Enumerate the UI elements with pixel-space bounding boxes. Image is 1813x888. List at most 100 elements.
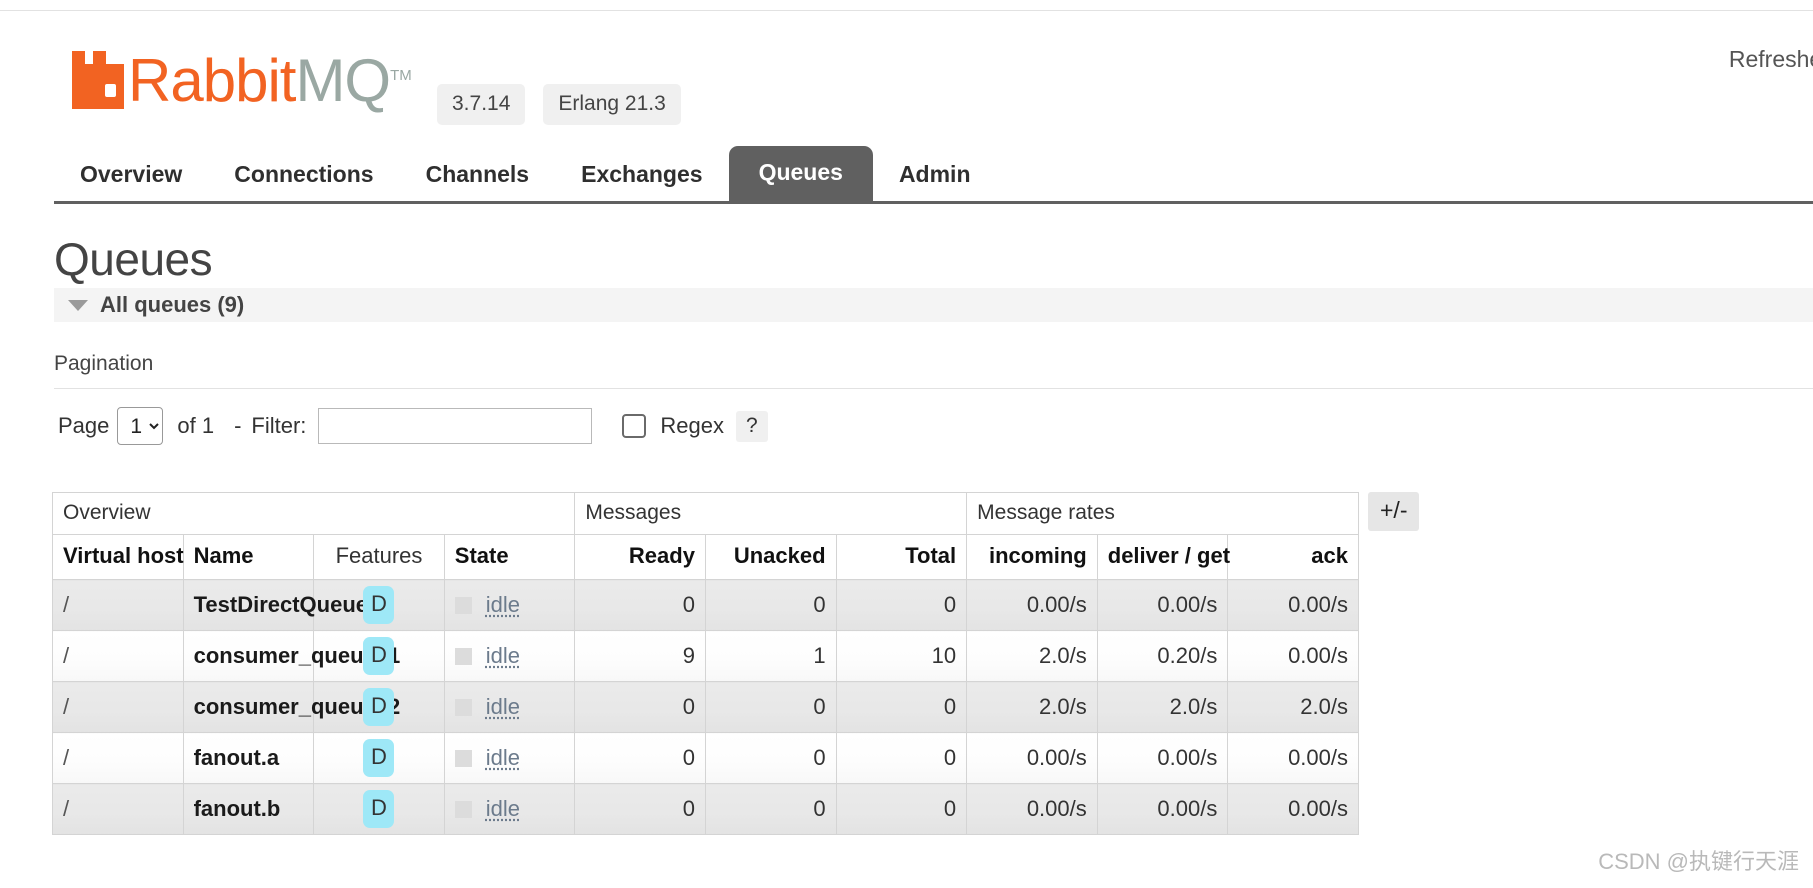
tab-connections[interactable]: Connections	[208, 150, 399, 201]
cell-ack: 2.0/s	[1227, 681, 1359, 733]
cell-total: 0	[835, 681, 968, 733]
state-indicator-icon	[454, 800, 472, 818]
column-header-features[interactable]: Features	[313, 534, 445, 580]
state-label[interactable]: idle	[486, 796, 520, 822]
cell-unacked: 1	[704, 630, 837, 682]
tab-admin[interactable]: Admin	[873, 150, 997, 201]
pagination-section: Pagination	[54, 352, 1813, 384]
cell-state: idle	[443, 681, 576, 733]
tab-exchanges[interactable]: Exchanges	[555, 150, 728, 201]
table-row[interactable]: / consumer_queue_2 D idle 0 0 0 2.0/s 2.…	[52, 681, 1359, 733]
regex-checkbox[interactable]	[622, 414, 647, 438]
durable-badge[interactable]: D	[363, 586, 395, 624]
cell-queue-name[interactable]: fanout.b	[182, 783, 315, 835]
cell-incoming: 0.00/s	[966, 579, 1098, 631]
state-indicator-icon	[454, 749, 472, 767]
cell-virtual-host: /	[52, 732, 184, 784]
cell-ack: 0.00/s	[1227, 783, 1359, 835]
cell-ready: 0	[574, 681, 706, 733]
rabbitmq-logo[interactable]: RabbitMQTM	[72, 48, 412, 111]
cell-unacked: 0	[704, 732, 837, 784]
durable-badge[interactable]: D	[363, 688, 395, 726]
cell-state: idle	[443, 579, 576, 631]
cell-ack: 0.00/s	[1227, 579, 1359, 631]
cell-ready: 0	[574, 783, 706, 835]
group-header-messages: Messages	[574, 492, 968, 535]
cell-total: 10	[835, 630, 968, 682]
cell-queue-name[interactable]: consumer_queue_1	[182, 630, 400, 682]
cell-unacked: 0	[704, 579, 837, 631]
column-header-incoming[interactable]: incoming	[966, 534, 1098, 580]
table-group-header-row: Overview Messages Message rates	[51, 492, 1359, 535]
cell-ack: 0.00/s	[1227, 630, 1359, 682]
group-header-message-rates: Message rates	[966, 492, 1359, 535]
logo-word-rabbit: Rabbit	[128, 47, 296, 114]
durable-badge[interactable]: D	[363, 739, 395, 777]
toggle-columns-button[interactable]: +/-	[1368, 492, 1420, 531]
cell-ready: 0	[574, 579, 706, 631]
cell-queue-name[interactable]: TestDirectQueue	[182, 579, 368, 631]
column-header-ack[interactable]: ack	[1227, 534, 1359, 580]
logo-word-mq: MQ	[295, 47, 391, 114]
table-row[interactable]: / TestDirectQueue D idle 0 0 0 0.00/s 0.…	[52, 579, 1359, 631]
tab-queues[interactable]: Queues	[728, 146, 873, 201]
column-header-state[interactable]: State	[443, 534, 576, 580]
state-label[interactable]: idle	[486, 592, 520, 618]
filter-input[interactable]	[318, 408, 593, 444]
durable-badge[interactable]: D	[363, 637, 395, 675]
state-label[interactable]: idle	[486, 745, 520, 771]
page-count-label: of 1	[177, 413, 215, 438]
regex-help-button[interactable]: ?	[736, 410, 768, 442]
pagination-divider	[54, 388, 1813, 389]
cell-deliver-get: 0.00/s	[1096, 732, 1229, 784]
column-header-ready[interactable]: Ready	[574, 534, 706, 580]
app-header: RabbitMQTM 3.7.14 Erlang 21.3 Refreshed	[0, 28, 1813, 148]
pagination-controls: Page 1 of 1 - Filter: Regex ?	[58, 406, 768, 446]
cell-state: idle	[443, 732, 576, 784]
cell-queue-name[interactable]: consumer_queue_2	[182, 681, 400, 733]
table-column-header-row: Virtual host Name Features State Ready U…	[52, 534, 1359, 580]
cell-virtual-host: /	[52, 681, 184, 733]
page-label: Page	[58, 413, 110, 438]
column-header-deliver-get[interactable]: deliver / get	[1096, 534, 1230, 580]
trademark-mark: TM	[390, 67, 412, 84]
cell-total: 0	[835, 783, 968, 835]
column-header-virtual-host[interactable]: Virtual host	[52, 534, 184, 580]
cell-deliver-get: 0.20/s	[1096, 630, 1229, 682]
table-row[interactable]: / fanout.b D idle 0 0 0 0.00/s 0.00/s 0.…	[52, 783, 1359, 835]
state-indicator-icon	[454, 647, 472, 665]
state-label[interactable]: idle	[486, 643, 520, 669]
table-row[interactable]: / consumer_queue_1 D idle 9 1 10 2.0/s 0…	[52, 630, 1359, 682]
cell-ready: 9	[574, 630, 706, 682]
cell-deliver-get: 0.00/s	[1096, 783, 1229, 835]
pagination-dash: -	[234, 413, 242, 438]
page-select[interactable]: 1	[117, 407, 164, 445]
all-queues-section-toggle[interactable]: All queues (9)	[54, 288, 1813, 322]
queues-table-body: / TestDirectQueue D idle 0 0 0 0.00/s 0.…	[52, 579, 1359, 835]
durable-badge[interactable]: D	[363, 790, 395, 828]
top-divider	[0, 10, 1813, 11]
table-row[interactable]: / fanout.a D idle 0 0 0 0.00/s 0.00/s 0.…	[52, 732, 1359, 784]
column-header-unacked[interactable]: Unacked	[704, 534, 837, 580]
refresh-status-label: Refreshed	[1728, 46, 1813, 72]
tab-channels[interactable]: Channels	[400, 150, 556, 201]
tab-overview[interactable]: Overview	[54, 150, 208, 201]
cell-unacked: 0	[704, 681, 837, 733]
cell-queue-name[interactable]: fanout.a	[182, 732, 315, 784]
all-queues-label: All queues (9)	[100, 292, 245, 317]
column-header-total[interactable]: Total	[835, 534, 968, 580]
erlang-version-badge: Erlang 21.3	[543, 84, 681, 125]
cell-unacked: 0	[704, 783, 837, 835]
cell-virtual-host: /	[52, 783, 184, 835]
main-navigation: Overview Connections Channels Exchanges …	[54, 146, 1813, 204]
regex-label: Regex	[660, 413, 725, 438]
cell-deliver-get: 0.00/s	[1096, 579, 1229, 631]
pagination-heading: Pagination	[54, 352, 154, 375]
version-badge: 3.7.14	[437, 84, 526, 125]
cell-state: idle	[443, 783, 576, 835]
state-label[interactable]: idle	[486, 694, 520, 720]
cell-ready: 0	[574, 732, 706, 784]
column-header-name[interactable]: Name	[182, 534, 315, 580]
cell-deliver-get: 2.0/s	[1096, 681, 1229, 733]
rabbitmq-management-page: RabbitMQTM 3.7.14 Erlang 21.3 Refreshed …	[0, 0, 1813, 888]
